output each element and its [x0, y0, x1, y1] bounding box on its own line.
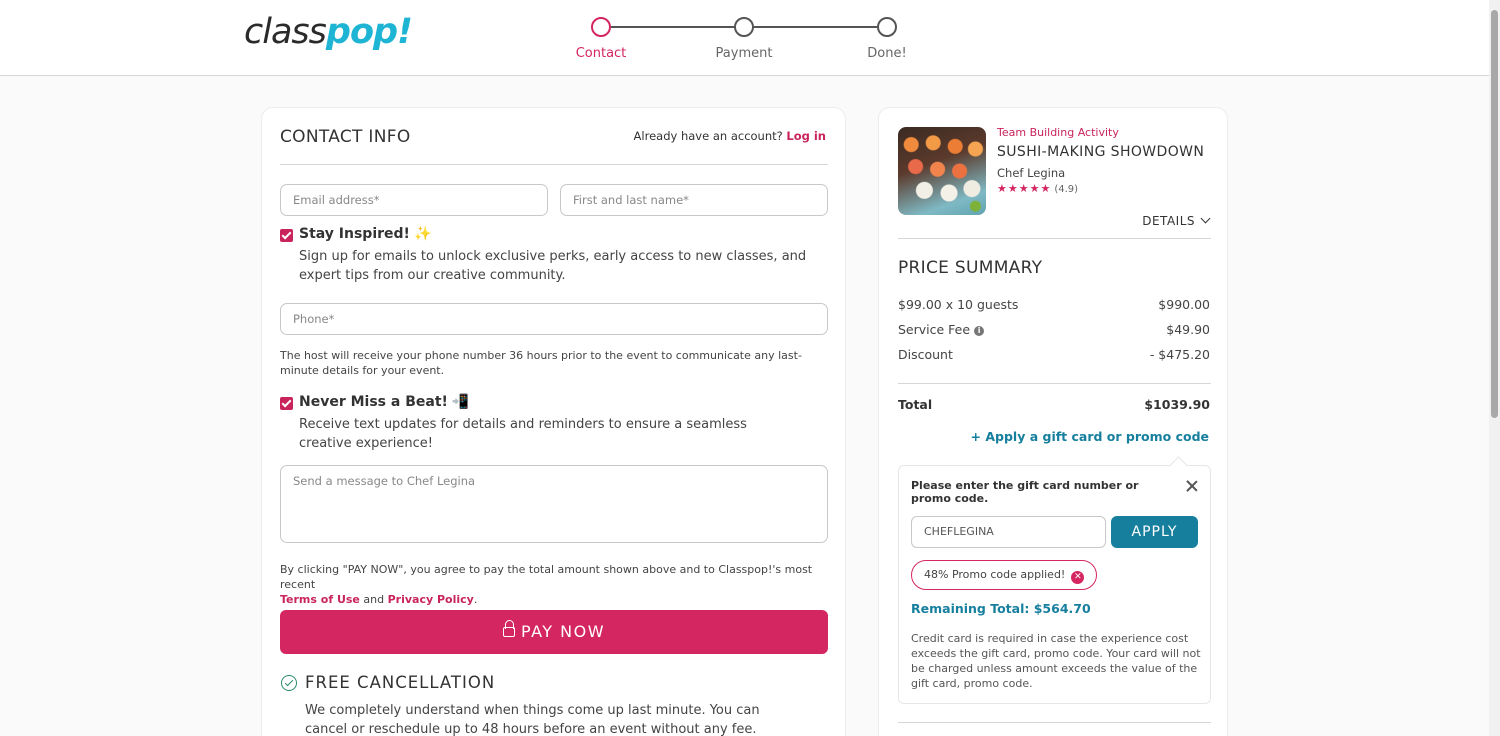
terms-note: By clicking "PAY NOW", you agree to pay … — [280, 563, 813, 606]
message-textarea[interactable]: Send a message to Chef Legina — [280, 465, 828, 543]
stay-inspired-checkbox[interactable] — [280, 229, 293, 242]
apply-button[interactable]: APPLY — [1111, 516, 1198, 548]
free-cancellation-title: FREE CANCELLATION — [305, 673, 496, 692]
chevron-down-icon — [1200, 213, 1211, 224]
promo-applied-badge: 48% Promo code applied! ✕ — [911, 560, 1098, 590]
account-prompt: Already have an account? Log in — [633, 129, 826, 143]
order-summary-card: Team Building Activity SUSHI-MAKING SHOW… — [878, 107, 1228, 736]
step-done-dot — [877, 17, 897, 37]
price-row-guests: $99.00 x 10 guests $990.00 — [898, 297, 1210, 312]
star-rating: ★★★★★ (4.9) — [997, 182, 1078, 195]
price-summary-title: PRICE SUMMARY — [898, 258, 1043, 278]
class-title: SUSHI-MAKING SHOWDOWN — [997, 144, 1205, 160]
class-category: Team Building Activity — [997, 126, 1119, 139]
page-scrollbar[interactable] — [1489, 0, 1500, 736]
step-payment-dot — [734, 17, 754, 37]
classpop-logo[interactable]: classpop! — [244, 12, 413, 52]
divider — [280, 164, 828, 165]
step-connector — [610, 26, 744, 28]
check-circle-icon — [281, 675, 297, 691]
promo-code-popover: Please enter the gift card number or pro… — [898, 465, 1211, 704]
class-thumbnail — [898, 127, 986, 215]
phone-arrow-icon: 📲 — [451, 394, 470, 410]
credit-card-note: Credit card is required in case the expe… — [911, 632, 1201, 690]
close-icon[interactable] — [1184, 478, 1200, 494]
never-miss-title: Never Miss a Beat! 📲 — [299, 394, 470, 410]
step-connector — [753, 26, 887, 28]
divider — [898, 238, 1211, 239]
terms-of-use-link[interactable]: Terms of Use — [280, 593, 360, 606]
stay-inspired-title: Stay Inspired! ✨ — [299, 226, 432, 242]
promo-code-input[interactable]: CHEFLEGINA — [911, 516, 1106, 548]
chef-name: Chef Legina — [997, 166, 1066, 180]
step-payment-label: Payment — [715, 46, 773, 61]
stay-inspired-desc: Sign up for emails to unlock exclusive p… — [299, 249, 807, 283]
checkout-stepper: Contact Payment Done! — [570, 16, 920, 66]
star-icons: ★★★★★ — [997, 182, 1052, 195]
lock-icon — [502, 620, 515, 637]
details-toggle[interactable]: DETAILS — [1142, 213, 1211, 228]
rating-value: (4.9) — [1054, 184, 1079, 195]
popover-title: Please enter the gift card number or pro… — [911, 479, 1139, 505]
phone-field[interactable]: Phone* — [280, 303, 828, 335]
email-field[interactable]: Email address* — [280, 184, 548, 216]
never-miss-desc: Receive text updates for details and rem… — [299, 417, 747, 451]
scrollbar-thumb[interactable] — [1491, 10, 1498, 418]
price-row-discount: Discount - $475.20 — [898, 347, 1210, 362]
apply-promo-link[interactable]: + Apply a gift card or promo code — [971, 429, 1209, 444]
info-icon[interactable]: i — [974, 326, 985, 336]
price-row-service-fee: Service Fee i $49.90 — [898, 322, 1210, 337]
free-cancellation-desc: We completely understand when things com… — [305, 703, 760, 736]
privacy-policy-link[interactable]: Privacy Policy — [388, 593, 474, 606]
name-field[interactable]: First and last name* — [560, 184, 828, 216]
price-row-total: Total $1039.90 — [898, 397, 1210, 412]
step-contact-label: Contact — [575, 46, 627, 61]
header: classpop! Contact Payment Done! — [0, 0, 1489, 76]
phone-note: The host will receive your phone number … — [280, 349, 802, 377]
remove-promo-icon[interactable]: ✕ — [1071, 571, 1085, 584]
never-miss-checkbox[interactable] — [280, 397, 293, 410]
divider — [898, 722, 1211, 723]
contact-info-card: CONTACT INFO Already have an account? Lo… — [261, 107, 846, 736]
step-contact-dot — [591, 17, 611, 37]
divider — [898, 383, 1211, 384]
remaining-total: Remaining Total: $564.70 — [911, 601, 1091, 616]
sparkles-icon: ✨ — [413, 226, 432, 242]
contact-info-title: CONTACT INFO — [280, 127, 411, 147]
login-link[interactable]: Log in — [786, 129, 826, 143]
pay-now-button[interactable]: PAY NOW — [280, 610, 828, 654]
step-done-label: Done! — [867, 46, 907, 61]
